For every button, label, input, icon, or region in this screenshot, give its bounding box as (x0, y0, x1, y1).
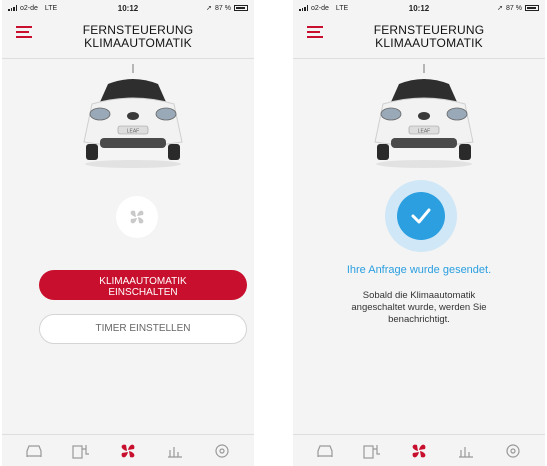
location-arrow-icon: ➚ (497, 5, 504, 12)
charging-icon (363, 444, 380, 459)
location-icon (215, 443, 229, 458)
location-arrow-icon: ➚ (206, 5, 213, 12)
set-timer-button[interactable]: TIMER EINSTELLEN (39, 314, 247, 344)
phone-screen-right: o2-de LTE 10:12 ➚ 87 % FERNSTEUERUNG KLI… (293, 0, 545, 466)
battery-icon (234, 5, 248, 11)
nav-location[interactable] (210, 441, 234, 461)
checkmark-icon (411, 208, 431, 224)
stats-icon (168, 446, 183, 458)
car-badge: LEAF (127, 129, 140, 135)
car-badge: LEAF (418, 129, 431, 135)
fan-icon (130, 210, 144, 224)
nav-location[interactable] (501, 441, 525, 461)
nav-climate[interactable] (116, 441, 140, 461)
stats-icon (459, 446, 474, 458)
fan-button[interactable] (116, 196, 158, 238)
battery-icon (525, 5, 539, 11)
car-image: LEAF (374, 64, 474, 168)
climate-on-button-line2: EINSCHALTEN (108, 287, 178, 298)
nav-stats[interactable] (454, 441, 478, 461)
success-title: Ihre Anfrage wurde gesendet. (346, 264, 492, 276)
menu-icon[interactable] (16, 26, 32, 38)
header: FERNSTEUERUNG KLIMAAUTOMATIK (2, 14, 254, 54)
nav-charging[interactable] (360, 441, 384, 461)
page-title-line2: KLIMAAUTOMATIK (84, 36, 192, 50)
car-icon (316, 444, 333, 457)
bottom-nav (293, 434, 545, 466)
nav-car[interactable] (22, 441, 46, 461)
car-image: LEAF (83, 64, 183, 168)
nav-charging[interactable] (69, 441, 93, 461)
phone-screen-left: o2-de LTE 10:12 ➚ 87 % FERNSTEUERUNG KLI… (2, 0, 254, 466)
car-icon (25, 444, 42, 457)
fan-icon (121, 444, 135, 457)
bottom-nav (2, 434, 254, 466)
nav-stats[interactable] (163, 441, 187, 461)
success-message-line1: Sobald die Klimaautomatik (362, 290, 476, 301)
page-title: FERNSTEUERUNG KLIMAAUTOMATIK (333, 24, 525, 50)
success-message-line2: angeschaltet wurde, werden Sie (351, 302, 487, 313)
climate-on-button-line1: KLIMAAUTOMATIK (99, 276, 187, 287)
page-title: FERNSTEUERUNG KLIMAAUTOMATIK (42, 24, 234, 50)
divider (293, 58, 545, 59)
page-title-line2: KLIMAAUTOMATIK (375, 36, 483, 50)
fan-icon (412, 444, 426, 457)
battery-percent: 87 % (506, 4, 522, 12)
menu-icon[interactable] (307, 26, 323, 38)
success-indicator (385, 180, 457, 252)
charging-icon (72, 444, 89, 459)
success-circle (397, 192, 445, 240)
nav-climate[interactable] (407, 441, 431, 461)
battery-percent: 87 % (215, 4, 231, 12)
success-message: Sobald die Klimaautomatik angeschaltet w… (317, 290, 521, 326)
divider (2, 58, 254, 59)
climate-on-button[interactable]: KLIMAAUTOMATIK EINSCHALTEN (39, 270, 247, 300)
success-message-line3: benachrichtigt. (388, 314, 450, 325)
header: FERNSTEUERUNG KLIMAAUTOMATIK (293, 14, 545, 54)
nav-car[interactable] (313, 441, 337, 461)
location-icon (506, 443, 520, 458)
